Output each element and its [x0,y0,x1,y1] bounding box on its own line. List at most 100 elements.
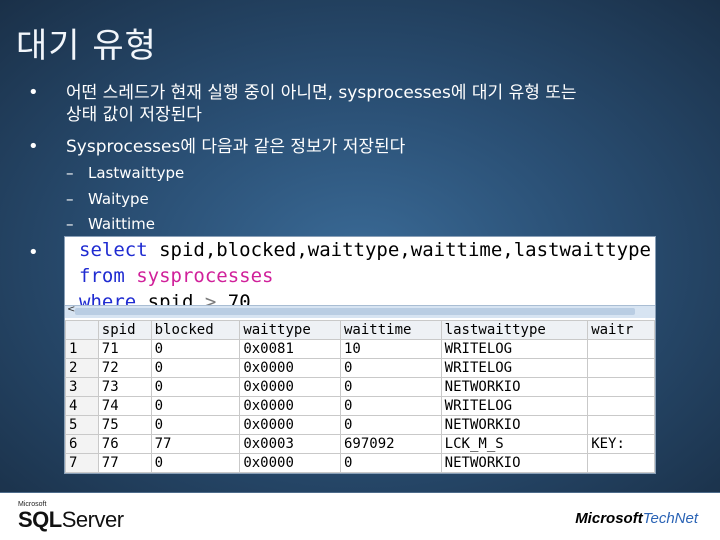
column-header-waittime[interactable]: waittime [340,320,442,340]
cell-waittype[interactable]: 0x0000 [239,453,341,473]
cell-lastwaittype[interactable]: NETWORKIO [440,453,589,473]
sub-item-waitype: – Waitype [66,190,149,208]
row-number: 7 [65,453,99,473]
microsoft-technet-logo: MicrosoftTechNet [575,510,698,527]
results-table: spid blocked waittype waittime lastwaitt… [65,320,655,473]
table-row[interactable]: 5 75 0 0x0000 0 NETWORKIO [65,415,655,435]
sub-item-label: Waitype [88,190,149,208]
query-screenshot-panel: select spid,blocked,waittype,waittime,la… [64,236,656,474]
cell-waittime[interactable]: 0 [340,396,442,416]
cell-blocked[interactable]: 0 [150,415,241,435]
cell-lastwaittype[interactable]: WRITELOG [440,358,589,378]
column-header-waittype[interactable]: waittype [239,320,341,340]
cell-waitr[interactable] [587,339,655,359]
cell-waitr[interactable] [587,377,655,397]
dash-glyph: – [66,190,74,208]
cell-waittime[interactable]: 0 [340,358,442,378]
row-number: 5 [65,415,99,435]
cell-waittime[interactable]: 0 [340,377,442,397]
logo-microsoft: Microsoft [575,510,643,527]
cell-waittime[interactable]: 697092 [340,434,442,454]
results-header-row: spid blocked waittype waittime lastwaitt… [65,320,655,340]
cell-lastwaittype[interactable]: NETWORKIO [440,377,589,397]
query-line-1: select spid,blocked,waittype,waittime,la… [79,237,655,263]
cell-spid[interactable]: 74 [97,396,152,416]
column-header-blocked[interactable]: blocked [150,320,241,340]
cell-waitr[interactable]: KEY: [587,434,655,454]
cell-blocked[interactable]: 0 [150,358,241,378]
query-editor: select spid,blocked,waittype,waittime,la… [65,237,655,313]
bullet-glyph: • [28,82,39,103]
cell-spid[interactable]: 72 [97,358,152,378]
row-number: 4 [65,396,99,416]
cell-blocked[interactable]: 0 [150,453,241,473]
cell-blocked[interactable]: 0 [150,339,241,359]
cell-waittype[interactable]: 0x0081 [239,339,341,359]
table-row[interactable]: 2 72 0 0x0000 0 WRITELOG [65,358,655,378]
bullet-1-line-2: 상태 값이 저장된다 [66,105,202,125]
bullet-text-2: Sysprocesses에 다음과 같은 정보가 저장된다 [66,137,406,157]
logo-server: Server [61,507,124,532]
table-row[interactable]: 3 73 0 0x0000 0 NETWORKIO [65,377,655,397]
cell-blocked[interactable]: 0 [150,396,241,416]
slide-title: 대기 유형 [16,26,157,66]
corner-cell [65,320,99,340]
row-number: 2 [65,358,99,378]
keyword-from: from [79,265,125,287]
cell-blocked[interactable]: 0 [150,377,241,397]
cell-lastwaittype[interactable]: LCK_M_S [440,434,589,454]
cell-lastwaittype[interactable]: NETWORKIO [440,415,589,435]
cell-spid[interactable]: 77 [97,453,152,473]
cell-waittype[interactable]: 0x0000 [239,377,341,397]
keyword-select: select [79,239,148,261]
query-line-2: from sysprocesses [79,263,655,289]
dash-glyph: – [66,164,74,182]
sub-item-label: Lastwaittype [88,164,185,182]
row-number: 6 [65,434,99,454]
cell-waittype[interactable]: 0x0003 [239,434,341,454]
logo-sql: SQL [18,507,62,532]
cell-waitr[interactable] [587,453,655,473]
scrollbar-thumb[interactable] [75,308,635,315]
sub-item-lastwaittype: – Lastwaittype [66,164,184,182]
bullet-glyph: • [28,136,39,157]
cell-spid[interactable]: 73 [97,377,152,397]
row-number: 3 [65,377,99,397]
cell-waitr[interactable] [587,396,655,416]
cell-spid[interactable]: 76 [97,434,152,454]
table-row[interactable]: 6 76 77 0x0003 697092 LCK_M_S KEY: [65,434,655,454]
cell-waittime[interactable]: 0 [340,415,442,435]
cell-waittime[interactable]: 0 [340,453,442,473]
table-name: sysprocesses [136,265,274,287]
logo-technet: TechNet [642,510,698,527]
column-header-lastwaittype[interactable]: lastwaittype [440,320,589,340]
horizontal-scrollbar[interactable]: < [65,304,655,318]
table-row[interactable]: 1 71 0 0x0081 10 WRITELOG [65,339,655,359]
table-row[interactable]: 7 77 0 0x0000 0 NETWORKIO [65,453,655,473]
cell-spid[interactable]: 75 [97,415,152,435]
bullet-text-1: 어떤 스레드가 현재 실행 중이 아니면, sysprocesses에 대기 유… [66,82,706,126]
sub-item-waittime: – Waittime [66,215,155,233]
footer: Microsoft SQLServer MicrosoftTechNet [0,493,720,540]
bullet-1-line-1: 어떤 스레드가 현재 실행 중이 아니면, sysprocesses에 대기 유… [66,83,577,103]
cell-waittype[interactable]: 0x0000 [239,358,341,378]
sql-server-logo: SQLServer [18,507,124,533]
bullet-glyph: • [28,242,39,263]
cell-waittype[interactable]: 0x0000 [239,415,341,435]
results-grid: spid blocked waittype waittime lastwaitt… [65,318,655,473]
column-header-waitr[interactable]: waitr [587,320,655,340]
select-columns: spid,blocked,waittype,waittime,lastwaitt… [159,239,651,261]
cell-lastwaittype[interactable]: WRITELOG [440,339,589,359]
cell-waitr[interactable] [587,415,655,435]
cell-waitr[interactable] [587,358,655,378]
dash-glyph: – [66,215,74,233]
cell-spid[interactable]: 71 [97,339,152,359]
cell-lastwaittype[interactable]: WRITELOG [440,396,589,416]
cell-blocked[interactable]: 77 [150,434,241,454]
cell-waittype[interactable]: 0x0000 [239,396,341,416]
table-row[interactable]: 4 74 0 0x0000 0 WRITELOG [65,396,655,416]
cell-waittime[interactable]: 10 [340,339,442,359]
row-number: 1 [65,339,99,359]
column-header-spid[interactable]: spid [97,320,152,340]
sub-item-label: Waittime [88,215,156,233]
